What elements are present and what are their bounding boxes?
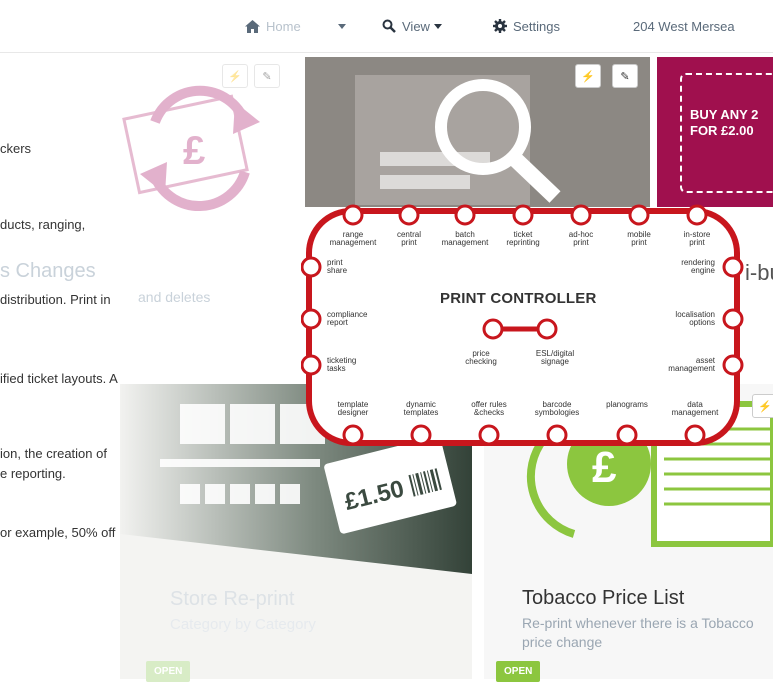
pencil-icon: ✎ — [262, 70, 272, 83]
bolt-icon: ⚡ — [581, 70, 595, 83]
store-reprint-subtitle: Category by Category — [170, 616, 316, 633]
pound-cycle-graphic: £ — [122, 85, 260, 212]
quick-action-button[interactable]: ⚡ — [222, 64, 248, 88]
caret-down-icon — [433, 23, 442, 29]
station-top-3-node — [512, 204, 534, 226]
station-label-bottom-3: barcode symbologies — [517, 401, 597, 417]
left-tile-subtitle: and deletes — [138, 289, 211, 305]
left-text-7: or example, 50% off — [0, 525, 116, 540]
search-icon — [382, 19, 396, 33]
station-left-2-node — [301, 354, 322, 376]
promo-line-2: FOR £2.00 — [690, 123, 754, 138]
station-right-1-node — [722, 308, 744, 330]
station-right-2-node — [722, 354, 744, 376]
station-label-right-0: rendering engine — [635, 259, 715, 275]
home-icon — [245, 19, 260, 33]
right-tile-title: i-bu — [745, 260, 773, 285]
tobacco-title[interactable]: Tobacco Price List — [522, 587, 684, 610]
tobacco-subtitle-2: price change — [522, 634, 603, 650]
station-label-center-0-line: checking — [465, 357, 497, 366]
left-text-2: ducts, ranging, — [0, 217, 86, 232]
promo-text: BUY ANY 2 FOR £2.00 — [690, 107, 758, 139]
nav-store-label: 204 West Mersea — [633, 18, 735, 34]
top-navbar: Home View Settings 204 West Mersea — [0, 0, 773, 53]
station-label-left-0: print share — [327, 259, 347, 275]
station-top-0-node — [342, 204, 364, 226]
station-top-4-node — [570, 204, 592, 226]
station-label-top-6: in-store print — [657, 231, 737, 247]
nav-settings[interactable]: Settings — [493, 0, 560, 52]
edit-button[interactable]: ✎ — [254, 64, 280, 88]
station-label-right-0-line: engine — [690, 266, 715, 275]
station-left-0-node — [301, 256, 322, 278]
left-text-4: ified ticket layouts. A — [0, 371, 118, 386]
station-label-bottom-5-line: management — [671, 408, 719, 417]
caret-down-icon — [338, 23, 346, 29]
station-label-center-1-line: signage — [540, 357, 570, 366]
station-top-1-node — [398, 204, 420, 226]
pencil-icon: ✎ — [620, 70, 630, 83]
station-label-right-2-line: management — [668, 364, 715, 373]
nav-settings-label: Settings — [513, 18, 560, 34]
station-label-left-2: ticketing tasks — [327, 357, 356, 373]
nav-store[interactable]: 204 West Mersea — [633, 0, 735, 52]
nav-view-label: View — [402, 18, 430, 34]
store-reprint-title[interactable]: Store Re-print — [170, 588, 295, 611]
station-center-0-node — [482, 318, 504, 340]
edit-button[interactable]: ✎ — [612, 64, 638, 88]
station-top-5-node — [628, 204, 650, 226]
print-controller-title: PRINT CONTROLLER — [440, 290, 597, 307]
left-text-1: ckers — [0, 141, 32, 156]
station-label-bottom-3-line: symbologies — [534, 408, 580, 417]
nav-home-label: Home — [266, 18, 301, 34]
station-label-left-1: compliance report — [327, 311, 367, 327]
nav-dropdown-toggle[interactable] — [338, 0, 352, 52]
bolt-icon: ⚡ — [758, 400, 772, 413]
left-text-3: distribution. Print in — [0, 292, 111, 307]
station-right-0-node — [722, 256, 744, 278]
left-text-6: e reporting. — [0, 466, 66, 481]
quick-action-button[interactable]: ⚡ — [575, 64, 601, 88]
left-text-5: ion, the creation of — [0, 446, 107, 461]
station-top-2-node — [454, 204, 476, 226]
station-bottom-0-node — [342, 424, 364, 446]
station-label-right-1: localisation options — [635, 311, 715, 327]
station-label-left-1-line: report — [327, 318, 348, 327]
svg-text:£: £ — [183, 129, 205, 173]
nav-view[interactable]: View — [382, 0, 448, 52]
station-left-1-node — [301, 308, 322, 330]
quick-action-button[interactable]: ⚡ — [752, 394, 773, 418]
station-label-bottom-5: data management — [655, 401, 735, 417]
station-bottom-4-node — [616, 424, 638, 446]
left-tile-title: s Changes — [0, 260, 96, 282]
station-label-left-0-line: share — [327, 266, 348, 275]
station-top-6-node — [686, 204, 708, 226]
station-label-left-2-line: tasks — [327, 364, 346, 373]
station-label-center-1: ESL/digital signage — [515, 350, 595, 366]
gear-icon — [493, 19, 507, 33]
station-label-right-1-line: options — [689, 318, 715, 327]
station-label-top-6-line: print — [689, 238, 705, 247]
station-bottom-2-node — [478, 424, 500, 446]
station-label-center-0: price checking — [441, 350, 521, 366]
tobacco-subtitle-1: Re-print whenever there is a Tobacco — [522, 615, 754, 631]
station-bottom-5-node — [684, 424, 706, 446]
promo-line-1: BUY ANY 2 — [690, 107, 759, 122]
station-bottom-1-node — [410, 424, 432, 446]
station-bottom-3-node — [546, 424, 568, 446]
station-center-1-node — [536, 318, 558, 340]
station-label-right-2: asset management — [635, 357, 715, 373]
nav-home[interactable]: Home — [245, 0, 301, 52]
bolt-icon: ⚡ — [228, 70, 242, 83]
